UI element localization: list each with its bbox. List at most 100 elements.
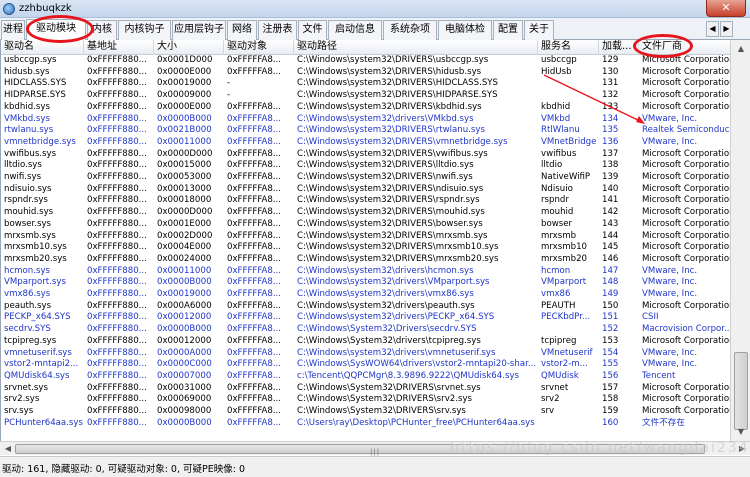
cell-file-vendor: VMware, Inc.: [642, 265, 698, 276]
title-bar: zzhbuqkzk ✕: [0, 0, 750, 18]
cell-service-name: srv2: [541, 394, 560, 405]
cell-size: 0x00011000: [157, 136, 212, 147]
cell-load-order: 135: [602, 125, 619, 136]
cell-service-name: VMparport: [541, 277, 587, 288]
table-row[interactable]: srv2.sys 0xFFFFF880... 0x00069000 0xFFFFFA8…: [1, 394, 730, 406]
cell-base-address: 0xFFFFF880...: [87, 312, 147, 323]
tab-config[interactable]: 配置: [493, 20, 523, 40]
table-row[interactable]: secdrv.SYS 0xFFFFF880... 0x0000B000 0xFFFFF…: [1, 324, 730, 336]
table-row[interactable]: mouhid.sys 0xFFFFF880... 0x0000D000 0xFFFFF…: [1, 207, 730, 219]
col-load-order[interactable]: 加载...: [599, 40, 639, 55]
cell-driver-name: QMUdisk64.sys: [4, 370, 70, 381]
tab-drivers[interactable]: 驱动模块: [26, 19, 86, 41]
cell-load-order: 130: [602, 66, 619, 77]
table-row[interactable]: ndisuio.sys 0xFFFFF880... 0x00013000 0xFFFF…: [1, 184, 730, 196]
cell-driver-path: C:\Windows\system32\DRIVERS\bowser.sys: [297, 218, 483, 229]
tab-kernel[interactable]: 内核: [87, 20, 117, 40]
tab-kernel-hooks[interactable]: 内核钩子: [118, 20, 171, 40]
cell-driver-object: -: [227, 78, 231, 89]
table-row[interactable]: nwifi.sys 0xFFFFF880... 0x00053000 0xFFFFFA…: [1, 172, 730, 184]
tab-file[interactable]: 文件: [298, 20, 327, 40]
table-row[interactable]: vwifibus.sys 0xFFFFF880... 0x0000D000 0xFFF…: [1, 149, 730, 161]
cell-load-order: 154: [602, 347, 619, 358]
table-row[interactable]: vstor2-mntapi2... 0xFFFFF880... 0x0000C000…: [1, 359, 730, 371]
table-row[interactable]: peauth.sys 0xFFFFF880... 0x000A6000 0xFFFFF…: [1, 301, 730, 313]
cell-service-name: [538, 418, 599, 430]
cell-service-name: Ndisuio: [541, 183, 573, 194]
cell-base-address: 0xFFFFF880...: [87, 394, 147, 405]
table-row[interactable]: rtwlanu.sys 0xFFFFF880... 0x0021B000 0xFFFF…: [1, 125, 730, 137]
table-row[interactable]: vmnetuserif.sys 0xFFFFF880... 0x0000A000 0x…: [1, 348, 730, 360]
table-row[interactable]: hcmon.sys 0xFFFFF880... 0x00011000 0xFFFFFA…: [1, 266, 730, 278]
vertical-scroll-thumb[interactable]: [734, 352, 748, 430]
cell-driver-name: hidusb.sys: [4, 66, 50, 77]
col-service-name[interactable]: 服务名: [538, 40, 599, 55]
tab-network[interactable]: 网络: [227, 20, 257, 40]
tab-scroll-right-icon[interactable]: ▶: [720, 21, 733, 37]
cell-file-vendor: Microsoft Corporation: [642, 207, 730, 218]
cell-driver-path: C:\Windows\system32\drivers\vmnetuserif.…: [297, 347, 496, 358]
cell-file-vendor: Microsoft Corporation: [642, 394, 730, 405]
table-row[interactable]: hidusb.sys 0xFFFFF880... 0x0000E000 0xFFFFF…: [1, 67, 730, 79]
table-row[interactable]: kbdhid.sys 0xFFFFF880... 0x0000E000 0xFFFFF…: [1, 102, 730, 114]
cell-driver-object: 0xFFFFFA8...: [227, 394, 282, 405]
table-row[interactable]: PECKP_x64.SYS 0xFFFFF880... 0x00012000 0xFF…: [1, 312, 730, 324]
scroll-down-icon[interactable]: ▼: [733, 424, 749, 440]
cell-load-order: 159: [602, 406, 619, 416]
table-row[interactable]: tcpipreg.sys 0xFFFFF880... 0x00012000 0xFFF…: [1, 336, 730, 348]
tab-scroll-left-icon[interactable]: ◀: [706, 21, 719, 37]
cell-base-address: 0xFFFFF880...: [87, 417, 147, 428]
cell-base-address: 0xFFFFF880...: [87, 359, 147, 370]
table-row[interactable]: QMUdisk64.sys 0xFFFFF880... 0x00007000 0xFF…: [1, 371, 730, 383]
table-row[interactable]: rspndr.sys 0xFFFFF880... 0x00018000 0xFFFFF…: [1, 195, 730, 207]
tab-startup[interactable]: 启动信息: [328, 20, 382, 40]
cell-driver-object: 0xFFFFFA8...: [227, 148, 282, 159]
cell-driver-object: 0xFFFFFA8...: [227, 242, 282, 253]
cell-driver-object: -: [227, 90, 231, 101]
table-row[interactable]: mrxsmb.sys 0xFFFFF880... 0x0002D000 0xFFFFF…: [1, 231, 730, 243]
col-file-vendor[interactable]: 文件厂商: [639, 40, 730, 55]
col-driver-path[interactable]: 驱动路径: [294, 40, 538, 55]
table-row[interactable]: HIDCLASS.SYS 0xFFFFF880... 0x00019000 - C:\W…: [1, 78, 730, 90]
cell-driver-object: 0xFFFFFA8...: [227, 230, 282, 241]
tab-user-hooks[interactable]: 应用层钩子: [172, 20, 226, 40]
vertical-scrollbar[interactable]: ▲ ▼: [730, 40, 750, 441]
cell-load-order: 145: [602, 242, 619, 253]
watermark-text: https://blog.csdn.net/wangdai2345cc: [450, 440, 750, 456]
col-base-address[interactable]: 基地址: [84, 40, 154, 55]
tab-health-check[interactable]: 电脑体检: [438, 20, 492, 40]
cell-load-order: 158: [602, 394, 619, 405]
table-row[interactable]: usbccgp.sys 0xFFFFF880... 0x0001D000 0xFFFF…: [1, 55, 730, 67]
table-row[interactable]: VMkbd.sys 0xFFFFF880... 0x0000B000 0xFFFFFA…: [1, 114, 730, 126]
table-row[interactable]: srv.sys 0xFFFFF880... 0x00098000 0xFFFFFA8.…: [1, 406, 730, 418]
cell-driver-path: C:\Windows\system32\DRIVERS\HIDPARSE.SYS: [297, 90, 498, 101]
table-row[interactable]: vmnetbridge.sys 0xFFFFF880... 0x00011000 0x…: [1, 137, 730, 149]
table-row[interactable]: mrxsmb20.sys 0xFFFFF880... 0x00024000 0xFFF…: [1, 254, 730, 266]
driver-table[interactable]: 驱动名 基地址 大小 驱动对象 驱动路径 服务名 加载... 文件厂商 usbccgp.sys…: [0, 40, 730, 441]
cell-file-vendor: CSII: [642, 312, 659, 323]
col-size[interactable]: 大小: [154, 40, 224, 55]
cell-driver-name: HIDPARSE.SYS: [4, 90, 66, 101]
close-button[interactable]: ✕: [706, 0, 746, 17]
cell-load-order: 157: [602, 382, 619, 393]
col-driver-object[interactable]: 驱动对象: [224, 40, 294, 55]
cell-service-name: VMkbd: [541, 113, 571, 124]
tab-process[interactable]: 进程: [1, 20, 25, 40]
col-driver-name[interactable]: 驱动名: [1, 40, 84, 55]
table-row[interactable]: PCHunter64aa.sys 0xFFFFF880... 0x0000B000 0…: [1, 418, 730, 430]
table-row[interactable]: mrxsmb10.sys 0xFFFFF880... 0x0004E000 0xFFF…: [1, 242, 730, 254]
table-row[interactable]: bowser.sys 0xFFFFF880... 0x0001E000 0xFFFFF…: [1, 219, 730, 231]
tab-misc[interactable]: 系统杂项: [383, 20, 437, 40]
cell-base-address: 0xFFFFF880...: [87, 335, 147, 346]
scroll-left-icon[interactable]: ◀: [1, 442, 15, 456]
cell-driver-object: 0xFFFFFA8...: [227, 300, 282, 311]
table-row[interactable]: lltdio.sys 0xFFFFF880... 0x00015000 0xFFFFF…: [1, 160, 730, 172]
cell-driver-name: kbdhid.sys: [4, 101, 50, 112]
table-row[interactable]: HIDPARSE.SYS 0xFFFFF880... 0x00009000 - C:\W…: [1, 90, 730, 102]
table-row[interactable]: VMparport.sys 0xFFFFF880... 0x0000B000 0xFF…: [1, 277, 730, 289]
table-row[interactable]: vmx86.sys 0xFFFFF880... 0x00019000 0xFFFFFA…: [1, 289, 730, 301]
tab-about[interactable]: 关于: [524, 20, 554, 40]
table-row[interactable]: srvnet.sys 0xFFFFF880... 0x00031000 0xFFFFF…: [1, 383, 730, 395]
scroll-up-icon[interactable]: ▲: [733, 41, 749, 57]
tab-registry[interactable]: 注册表: [258, 20, 297, 40]
